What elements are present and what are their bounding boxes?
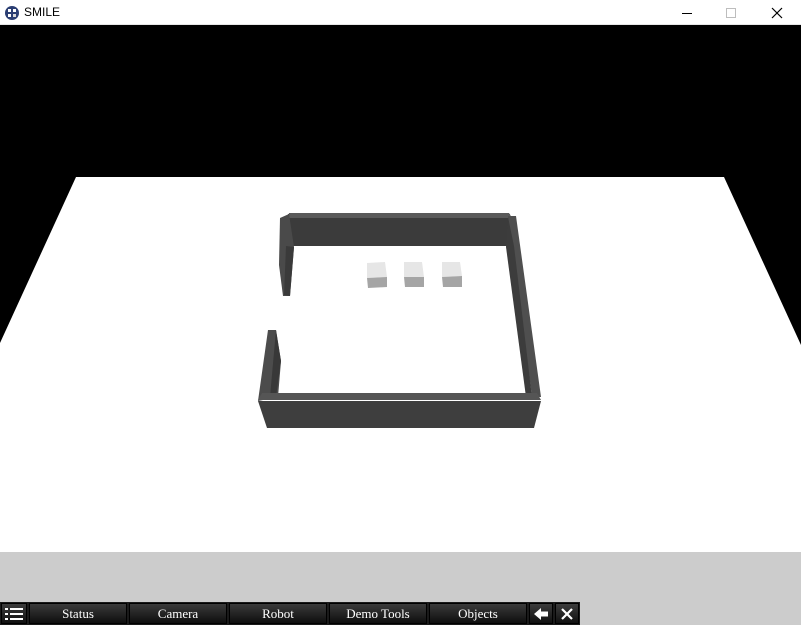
menu-list-icon	[5, 607, 23, 620]
smile-logo-icon	[5, 6, 19, 20]
menu-robot-button[interactable]: Robot	[229, 603, 327, 624]
menu-status-button[interactable]: Status	[29, 603, 127, 624]
window-title: SMILE	[24, 5, 61, 19]
ground-below	[0, 552, 801, 602]
wall-back	[286, 214, 514, 246]
minimize-icon	[682, 12, 692, 14]
close-x-icon	[561, 607, 573, 620]
wall-front-top	[258, 393, 541, 400]
wall-front	[258, 401, 541, 428]
menu-camera-button[interactable]: Camera	[129, 603, 227, 624]
title-bar: SMILE	[0, 0, 801, 25]
close-icon	[771, 7, 783, 18]
close-button[interactable]	[754, 0, 800, 25]
cube-1	[367, 262, 387, 288]
menu-list-button[interactable]	[1, 603, 27, 624]
menu-objects-button[interactable]: Objects	[429, 603, 527, 624]
close-menu-button[interactable]	[555, 603, 579, 624]
cube-2	[404, 262, 424, 287]
3d-viewport[interactable]	[0, 25, 801, 602]
menu-strip: Status Camera Robot Demo Tools Objects	[0, 602, 580, 625]
maximize-button[interactable]	[708, 0, 754, 25]
back-button[interactable]	[529, 603, 553, 624]
cube-3	[442, 262, 462, 287]
back-arrow-icon	[534, 607, 548, 620]
menu-bar: Status Camera Robot Demo Tools Objects	[0, 602, 801, 625]
maximize-icon	[726, 7, 736, 18]
minimize-button[interactable]	[664, 0, 710, 25]
scene-canvas	[0, 25, 801, 602]
wall-back-top	[288, 213, 512, 218]
menu-demo-tools-button[interactable]: Demo Tools	[329, 603, 427, 624]
